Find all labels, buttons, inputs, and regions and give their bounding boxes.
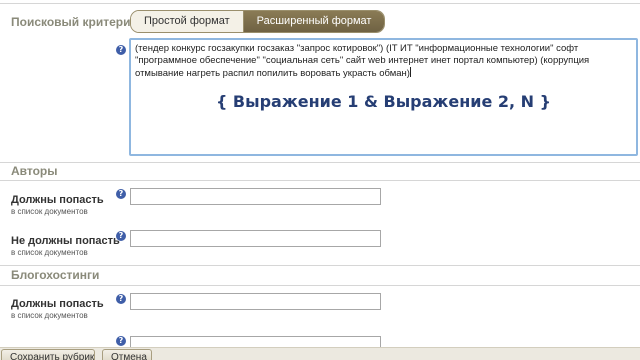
authors-title-rule [0,180,640,181]
blog-hostings-include-sublabel: в список документов [11,311,88,320]
format-switch: Простой формат Расширенный формат [130,10,386,33]
authors-include-input[interactable] [130,188,381,205]
authors-exclude-input[interactable] [130,230,381,247]
rubric-editor: Поисковый критерий Простой формат Расшир… [0,0,640,360]
authors-title: Авторы [11,164,58,178]
query-textarea[interactable]: (тендер конкурс госзакупки госзаказ "зап… [129,38,638,156]
blog-hostings-include-input[interactable] [130,293,381,310]
search-criterion-label: Поисковый критерий [11,15,138,29]
tab-simple-format[interactable]: Простой формат [131,11,243,32]
blog-hostings-title-rule [0,285,640,286]
authors-divider [0,162,640,163]
authors-exclude-help-icon[interactable]: ? [116,231,126,241]
cancel-button[interactable]: Отмена [102,349,152,360]
authors-include-help-icon[interactable]: ? [116,189,126,199]
authors-exclude-sublabel: в список документов [11,248,88,257]
bottom-button-bar [0,347,640,360]
blog-hostings-include-help-icon[interactable]: ? [116,294,126,304]
text-caret [409,67,411,77]
query-text: (тендер конкурс госзакупки госзаказ "зап… [135,43,590,79]
query-syntax-caption: { Выражение 1 & Выражение 2, N } [215,92,552,111]
authors-exclude-label: Не должны попасть [11,235,120,247]
authors-include-label: Должны попасть [11,194,104,206]
blog-hostings-include-label: Должны попасть [11,298,104,310]
query-help-icon[interactable]: ? [116,45,126,55]
save-rubric-button[interactable]: Сохранить рубрику [1,349,95,360]
blog-hostings-exclude-help-icon[interactable]: ? [116,336,126,346]
tab-advanced-format[interactable]: Расширенный формат [242,11,385,32]
top-divider [0,3,640,4]
authors-include-sublabel: в список документов [11,207,88,216]
blog-hostings-title: Блогохостинги [11,268,100,282]
blog-hostings-divider [0,265,640,266]
